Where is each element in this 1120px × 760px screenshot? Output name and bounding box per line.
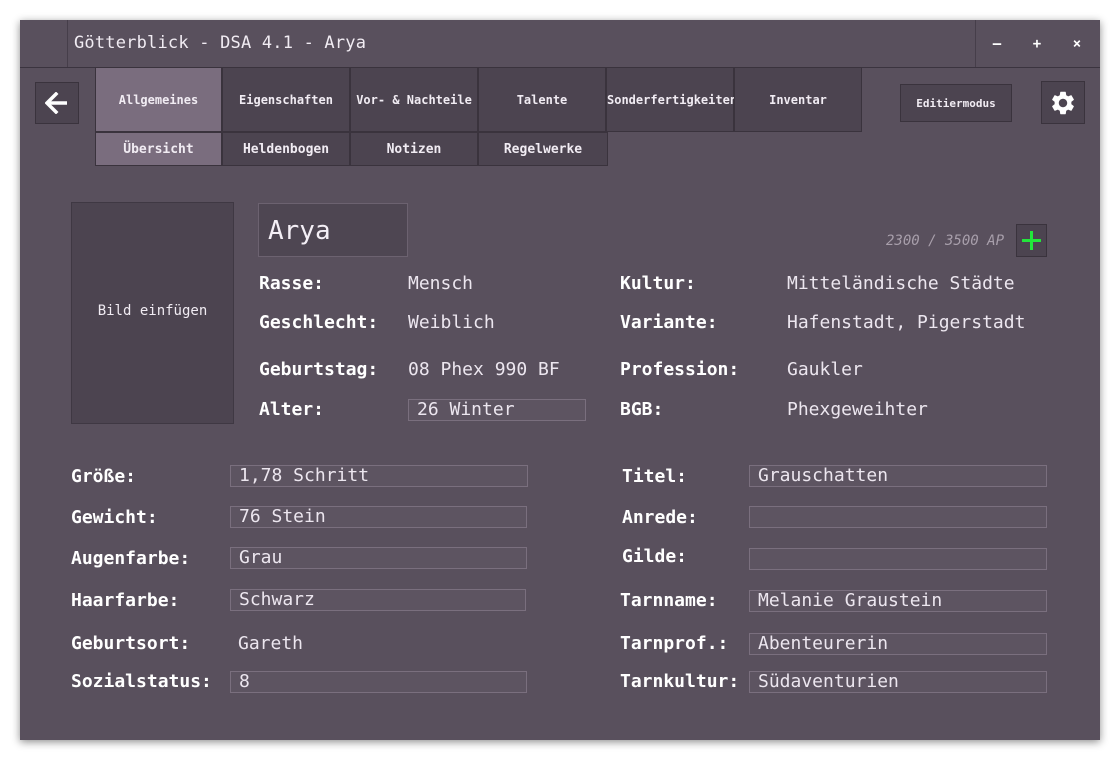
haarfarbe-label: Haarfarbe: [71, 590, 180, 611]
rasse-label: Rasse: [259, 273, 325, 294]
alter-field[interactable]: 26 Winter [408, 399, 586, 421]
edit-mode-button[interactable]: Editiermodus [900, 84, 1012, 122]
tab-eigenschaften[interactable]: Eigenschaften [222, 67, 350, 132]
tab-vor-nachteile[interactable]: Vor- & Nachteile [350, 67, 478, 132]
geschlecht-value: Weiblich [408, 312, 495, 333]
alter-label: Alter: [259, 399, 325, 420]
anrede-label: Anrede: [622, 507, 698, 528]
tarnname-label: Tarnname: [620, 590, 718, 611]
tarnprof-label: Tarnprof.: [620, 633, 729, 654]
geburtstag-value: 08 Phex 990 BF [408, 359, 560, 380]
gewicht-label: Gewicht: [71, 507, 158, 528]
minimize-button[interactable]: – [985, 32, 1009, 56]
title-bar-divider [975, 20, 976, 67]
gilde-field[interactable] [749, 548, 1047, 570]
close-button[interactable]: × [1065, 32, 1089, 56]
bgb-label: BGB: [620, 399, 664, 420]
ap-counter: 2300 / 3500 AP [886, 233, 1005, 249]
subtab-notizen[interactable]: Notizen [350, 132, 478, 166]
tarnkultur-label: Tarnkultur: [620, 671, 740, 692]
variante-value: Hafenstadt, Pigerstadt [787, 312, 1026, 333]
subtab-uebersicht[interactable]: Übersicht [95, 132, 222, 166]
app-window: Götterblick - DSA 4.1 - Arya – + × Allge… [20, 20, 1100, 740]
hero-name: Arya [268, 216, 331, 246]
arrow-left-icon [45, 92, 67, 114]
geburtstag-label: Geburtstag: [259, 359, 379, 380]
geburtsort-label: Geburtsort: [71, 633, 191, 654]
gilde-label: Gilde: [622, 546, 688, 567]
titel-field[interactable]: Grauschatten [749, 465, 1047, 487]
geschlecht-label: Geschlecht: [259, 312, 379, 333]
groesse-label: Größe: [71, 466, 137, 487]
augenfarbe-field[interactable]: Grau [230, 547, 527, 569]
gewicht-field[interactable]: 76 Stein [230, 506, 527, 528]
variante-label: Variante: [620, 312, 718, 333]
bgb-value: Phexgeweihter [787, 399, 928, 420]
profession-label: Profession: [620, 359, 740, 380]
augenfarbe-label: Augenfarbe: [71, 548, 191, 569]
hero-name-box: Arya [258, 203, 408, 257]
tarnprof-field[interactable]: Abenteurerin [749, 633, 1047, 655]
tab-allgemeines[interactable]: Allgemeines [95, 67, 222, 132]
groesse-field[interactable]: 1,78 Schritt [230, 465, 528, 487]
back-button[interactable] [35, 82, 79, 124]
subtab-regelwerke[interactable]: Regelwerke [478, 132, 608, 166]
anrede-field[interactable] [749, 506, 1047, 528]
kultur-label: Kultur: [620, 273, 696, 294]
tarnname-field[interactable]: Melanie Graustein [749, 590, 1047, 612]
settings-button[interactable] [1041, 81, 1085, 124]
portrait-placeholder[interactable]: Bild einfügen [71, 202, 234, 424]
tab-talente[interactable]: Talente [478, 67, 606, 132]
kultur-value: Mitteländische Städte [787, 273, 1015, 294]
geburtsort-value: Gareth [238, 633, 304, 654]
add-ap-button[interactable] [1016, 224, 1047, 257]
rasse-value: Mensch [408, 273, 474, 294]
sozialstatus-field[interactable]: 8 [230, 671, 527, 693]
sozialstatus-label: Sozialstatus: [71, 671, 212, 692]
haarfarbe-field[interactable]: Schwarz [230, 589, 526, 611]
title-bar-divider [67, 20, 68, 67]
profession-value: Gaukler [787, 359, 863, 380]
title-bar: Götterblick - DSA 4.1 - Arya – + × [20, 20, 1100, 68]
portrait-placeholder-label: Bild einfügen [97, 303, 208, 319]
tarnkultur-field[interactable]: Südaventurien [749, 671, 1047, 693]
tab-sonderfertigkeiten[interactable]: Sonderfertigkeiten [606, 67, 737, 132]
gear-icon [1052, 91, 1074, 115]
titel-label: Titel: [622, 466, 688, 487]
tab-inventar[interactable]: Inventar [734, 67, 862, 132]
maximize-button[interactable]: + [1025, 32, 1049, 56]
window-title: Götterblick - DSA 4.1 - Arya [74, 33, 367, 53]
subtab-heldenbogen[interactable]: Heldenbogen [222, 132, 350, 166]
